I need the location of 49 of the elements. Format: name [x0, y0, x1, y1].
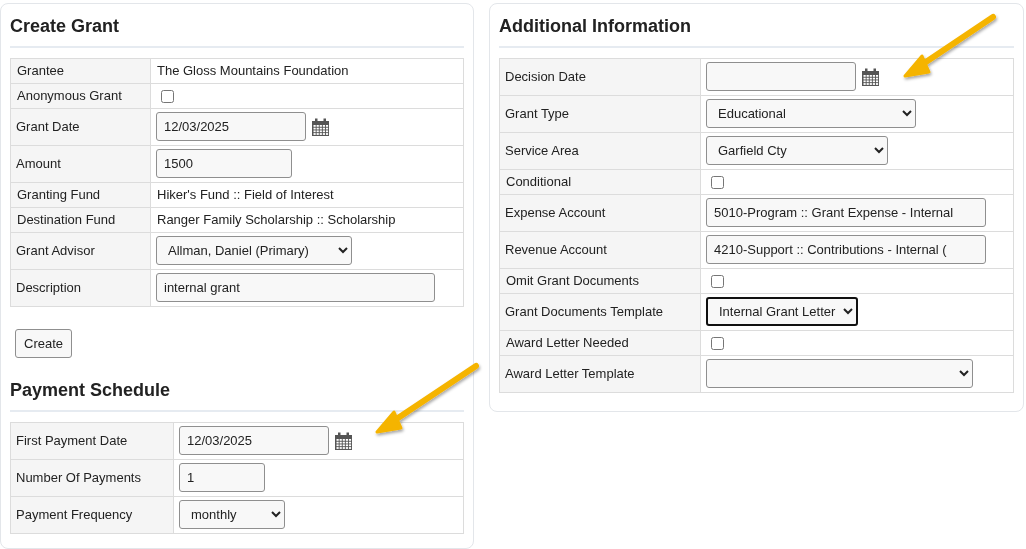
field-label: Expense Account	[499, 194, 701, 232]
date-field[interactable]	[706, 62, 856, 92]
field-value: The Gloss Mountains Foundation	[150, 58, 464, 84]
text-field[interactable]: 1	[179, 463, 265, 493]
checkbox[interactable]	[711, 175, 724, 189]
create-button[interactable]: Create	[15, 328, 73, 359]
checkbox[interactable]	[711, 336, 724, 350]
field-label: Grantee	[10, 58, 151, 84]
field-label: Award Letter Template	[499, 355, 701, 393]
field-value: Ranger Family Scholarship :: Scholarship	[150, 207, 464, 233]
field-label: Destination Fund	[10, 207, 151, 233]
field-label: Grant Documents Template	[499, 293, 701, 331]
calendar-icon[interactable]	[334, 432, 353, 452]
field-label: Granting Fund	[10, 182, 151, 208]
section-title: Additional Information	[499, 16, 1014, 48]
calendar-icon[interactable]	[311, 118, 330, 138]
text-field[interactable]: 4210-Support :: Contributions - Internal (	[706, 235, 986, 265]
field-label: Grant Date	[10, 108, 151, 146]
date-field[interactable]: 12/03/2025	[179, 426, 329, 456]
field-label: Revenue Account	[499, 231, 701, 269]
field-label: Grant Advisor	[10, 232, 151, 270]
field-label: Number Of Payments	[10, 459, 174, 497]
dropdown[interactable]	[706, 359, 973, 389]
field-label: Decision Date	[499, 58, 701, 96]
section-title: Payment Schedule	[10, 380, 464, 412]
field-label: Payment Frequency	[10, 496, 174, 534]
field-label: Description	[10, 269, 151, 307]
text-field[interactable]: 1500	[156, 149, 292, 179]
dropdown[interactable]: Allman, Daniel (Primary)	[156, 236, 352, 266]
field-label: Omit Grant Documents	[499, 268, 701, 294]
calendar-icon[interactable]	[861, 68, 880, 88]
field-label: Anonymous Grant	[10, 83, 151, 109]
field-label: First Payment Date	[10, 422, 174, 460]
field-label: Service Area	[499, 132, 701, 170]
section-title: Create Grant	[10, 16, 464, 48]
dropdown[interactable]: monthly	[179, 500, 285, 530]
field-label: Amount	[10, 145, 151, 183]
field-label: Conditional	[499, 169, 701, 195]
date-field[interactable]: 12/03/2025	[156, 112, 306, 142]
dropdown[interactable]: Educational	[706, 99, 916, 129]
field-label: Award Letter Needed	[499, 330, 701, 356]
dropdown[interactable]: Internal Grant Letter	[706, 297, 858, 327]
checkbox[interactable]	[161, 89, 174, 103]
text-field[interactable]: internal grant	[156, 273, 435, 303]
checkbox[interactable]	[711, 274, 724, 288]
field-label: Grant Type	[499, 95, 701, 133]
dropdown[interactable]: Garfield Cty	[706, 136, 888, 166]
text-field[interactable]: 5010-Program :: Grant Expense - Internal	[706, 198, 986, 228]
field-value: Hiker's Fund :: Field of Interest	[150, 182, 464, 208]
